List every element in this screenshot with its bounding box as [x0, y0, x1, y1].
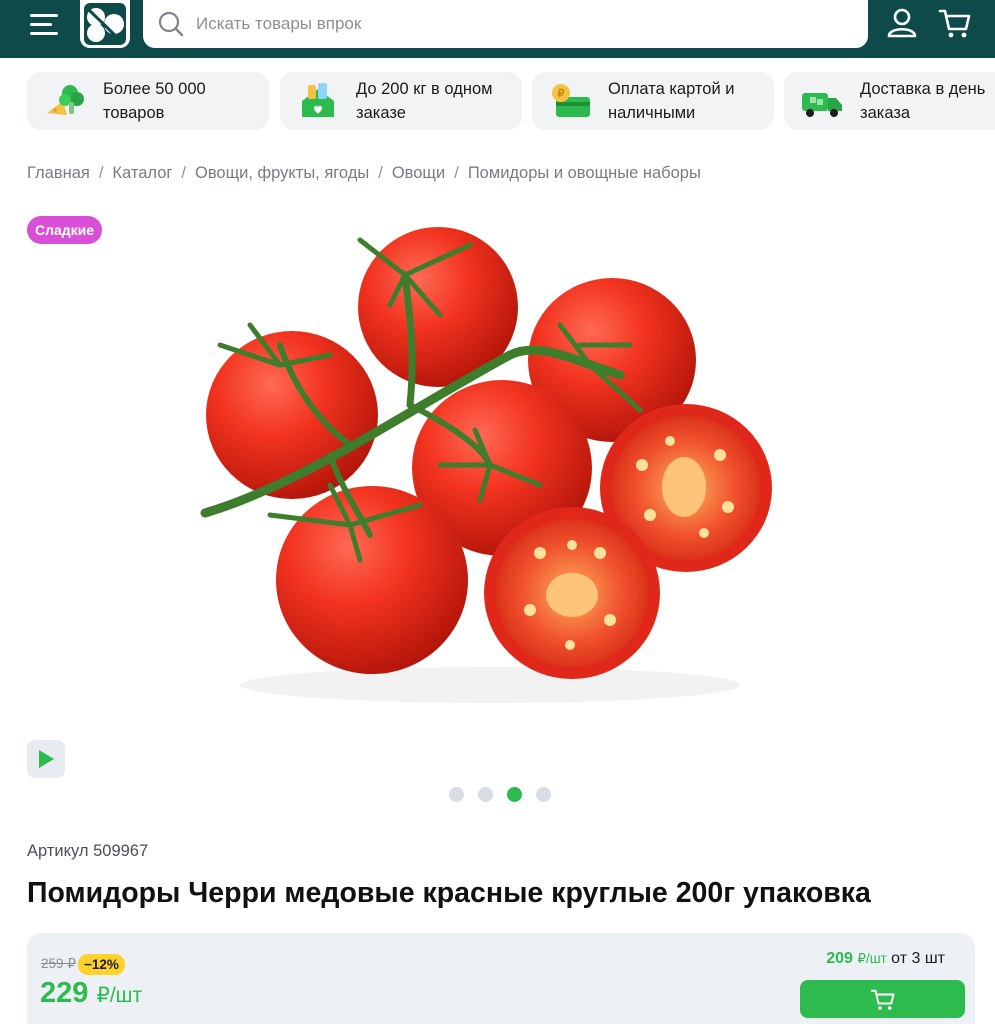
search-bar[interactable]: [143, 0, 868, 48]
current-price-value: 229: [40, 977, 89, 1009]
breadcrumb: Главная / Каталог / Овощи, фрукты, ягоды / Ово…: [27, 164, 701, 183]
logo[interactable]: [80, 0, 130, 48]
breadcrumb-item[interactable]: Помидоры и овощные наборы: [468, 164, 701, 182]
bulk-price: 209 ₽/шт от 3 шт: [826, 950, 945, 968]
feature-label: Доставка в день заказа: [860, 80, 986, 122]
search-icon: [158, 11, 184, 37]
breadcrumb-item[interactable]: Овощи: [392, 164, 445, 182]
feature-strip: Более 50 000 товаров До 200 кг в одном з…: [27, 72, 995, 130]
old-price: 259 ₽: [41, 956, 76, 971]
feature-weight[interactable]: До 200 кг в одном заказе: [280, 72, 522, 130]
gallery-dot[interactable]: [478, 787, 493, 802]
gallery-pagination: [449, 787, 551, 802]
breadcrumb-item[interactable]: Главная: [27, 164, 90, 182]
bulk-price-value: 209: [826, 950, 853, 967]
product-image[interactable]: [180, 215, 800, 715]
search-input[interactable]: [196, 14, 836, 34]
broccoli-cheese-icon: [47, 85, 84, 115]
menu-icon[interactable]: [30, 12, 64, 38]
feature-payment[interactable]: ₽ Оплата картой и наличными: [532, 72, 774, 130]
cart-icon[interactable]: [938, 6, 972, 40]
current-price: 229 ₽/шт: [40, 977, 142, 1010]
product-title: Помидоры Черри медовые красные круглые 2…: [27, 877, 871, 909]
gallery-dot[interactable]: [536, 787, 551, 802]
breadcrumb-separator: /: [454, 164, 459, 182]
house-boxes-icon: [302, 83, 334, 117]
video-play-button[interactable]: [27, 740, 65, 778]
breadcrumb-separator: /: [98, 164, 104, 182]
bulk-price-condition: от 3 шт: [891, 950, 945, 967]
breadcrumb-item[interactable]: Овощи, фрукты, ягоды: [195, 164, 369, 182]
top-header: [0, 0, 995, 58]
breadcrumb-separator: /: [378, 164, 383, 182]
delivery-truck-icon: [802, 93, 842, 117]
feature-label: Более 50 000 товаров: [103, 80, 206, 122]
gallery-dot[interactable]: [449, 787, 464, 802]
breadcrumb-item[interactable]: Каталог: [112, 164, 172, 182]
gallery-dot-active[interactable]: [507, 787, 522, 802]
cart-icon: [870, 989, 894, 1010]
play-icon: [39, 750, 54, 768]
feature-label: До 200 кг в одном заказе: [356, 80, 493, 122]
discount-badge: −12%: [78, 954, 125, 975]
user-icon[interactable]: [885, 6, 919, 40]
feature-assortment[interactable]: Более 50 000 товаров: [27, 72, 269, 130]
card-coin-icon: ₽: [552, 84, 590, 117]
price-panel: 259 ₽ −12% 229 ₽/шт 209 ₽/шт от 3 шт: [27, 933, 975, 1024]
product-sku: Артикул 509967: [27, 842, 149, 860]
svg-text:₽: ₽: [558, 88, 565, 100]
bulk-price-unit: ₽/шт: [857, 951, 887, 966]
breadcrumb-separator: /: [181, 164, 186, 182]
product-tag-badge: Сладкие: [27, 216, 103, 244]
add-to-cart-button[interactable]: [800, 980, 965, 1018]
feature-delivery[interactable]: Доставка в день заказа: [784, 72, 995, 130]
feature-label: Оплата картой и наличными: [608, 80, 735, 122]
current-price-unit: ₽/шт: [96, 984, 143, 1007]
